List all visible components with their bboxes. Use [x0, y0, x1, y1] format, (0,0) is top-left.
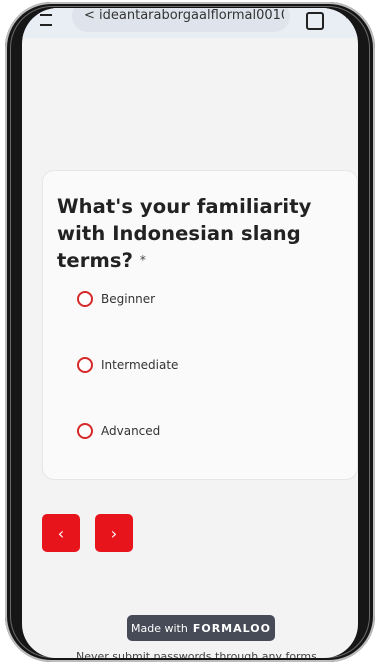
footer-note: Never submit passwords through any forms…	[76, 650, 316, 658]
question-title: What's your familiarity with Indonesian …	[57, 193, 353, 274]
browser-toolbar: < ideantaraborgaalflormal00100 ⋮	[22, 8, 358, 38]
option-intermediate[interactable]: Intermediate	[77, 354, 178, 376]
chevron-right-icon: ›	[110, 523, 118, 543]
option-label: Intermediate	[101, 358, 179, 372]
home-icon[interactable]	[40, 14, 52, 26]
question-card: What's your familiarity with Indonesian …	[42, 170, 358, 480]
address-text: < ideantaraborgaalflormal00100	[84, 8, 284, 23]
previous-button[interactable]: ‹	[42, 514, 80, 552]
address-bar[interactable]: < ideantaraborgaalflormal00100	[72, 8, 290, 32]
phone-device: < ideantaraborgaalflormal00100 ⋮ What's …	[0, 0, 380, 664]
option-advanced[interactable]: Advanced	[77, 420, 160, 442]
radio-icon[interactable]	[77, 423, 93, 439]
option-label: Beginner	[101, 292, 156, 306]
chevron-left-icon: ‹	[57, 523, 65, 543]
required-marker: *	[139, 253, 147, 267]
question-text: What's your familiarity with Indonesian …	[57, 195, 312, 272]
tabs-icon[interactable]	[306, 12, 324, 30]
more-menu-icon[interactable]: ⋮	[340, 8, 354, 28]
option-beginner[interactable]: Beginner	[77, 288, 155, 310]
option-label: Advanced	[101, 424, 161, 438]
next-button[interactable]: ›	[95, 514, 133, 552]
brand-logo: FORMALOO	[192, 621, 271, 635]
made-with-label: Made with	[131, 621, 188, 635]
radio-icon[interactable]	[77, 291, 93, 307]
radio-icon[interactable]	[77, 357, 93, 373]
made-with-badge[interactable]: Made with FORMALOO	[127, 615, 275, 641]
phone-screen: < ideantaraborgaalflormal00100 ⋮ What's …	[22, 8, 358, 658]
